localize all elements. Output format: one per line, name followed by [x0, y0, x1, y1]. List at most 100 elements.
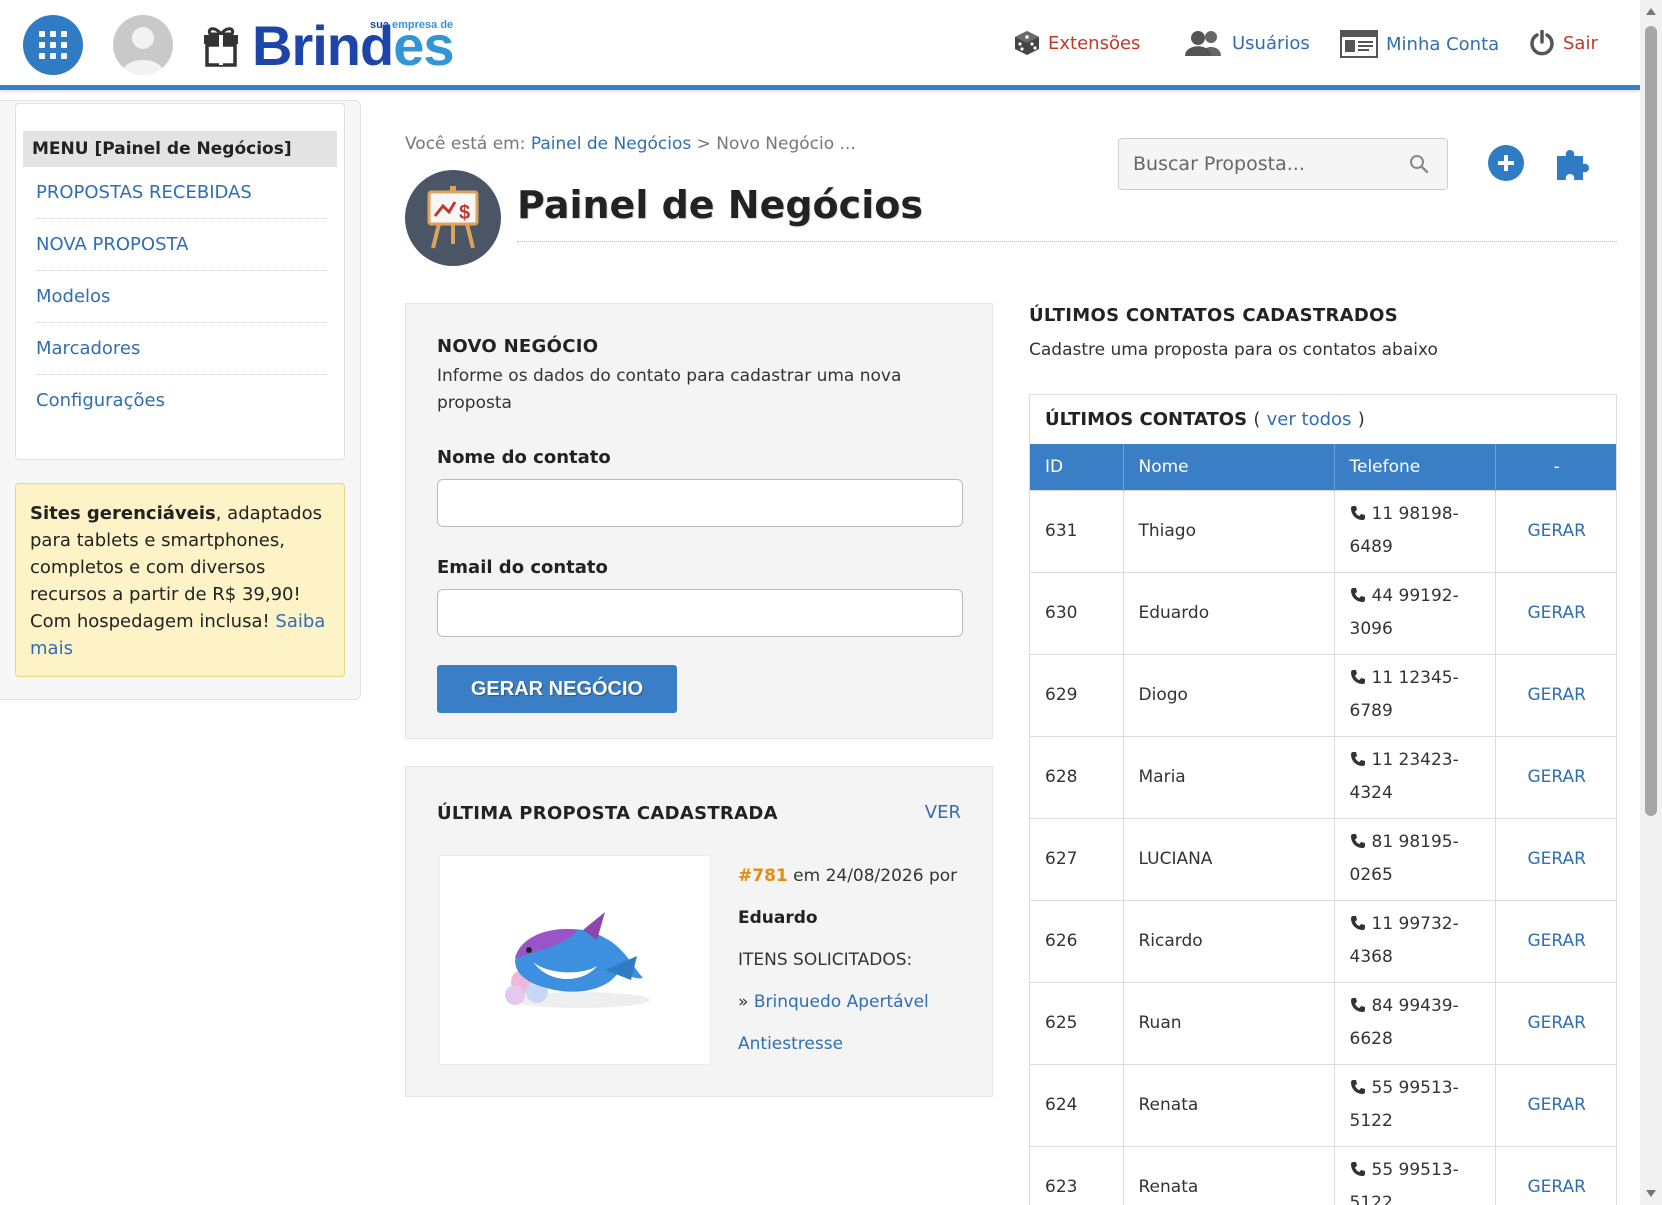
apps-grid-icon[interactable] [23, 15, 83, 75]
sidebar-item-configuracoes[interactable]: Configurações [36, 375, 328, 427]
contact-telefone: 11 99732-4368 [1349, 914, 1459, 967]
promo-bold: Sites gerenciáveis [30, 503, 216, 524]
contact-action-cell: GERAR [1495, 981, 1616, 1064]
top-header: sua empresa de Brindes Extensões Usuário… [0, 0, 1640, 90]
puzzle-icon[interactable] [1553, 144, 1593, 184]
proposta-author: Eduardo [738, 908, 818, 928]
breadcrumb: Você está em: Painel de Negócios > Novo … [405, 134, 856, 154]
contact-telefone: 84 99439-6628 [1349, 996, 1459, 1049]
nav-sair-label: Sair [1563, 32, 1598, 54]
gerar-negocio-button[interactable]: GERAR NEGÓCIO [437, 665, 677, 713]
gerar-link[interactable]: GERAR [1528, 767, 1586, 787]
nav-usuarios[interactable]: Usuários [1184, 30, 1310, 56]
ver-proposta-link[interactable]: VER [925, 802, 961, 823]
contatos-box-title: ÚLTIMOS CONTATOS ( ver todos ) [1030, 395, 1616, 444]
gift-icon [204, 27, 238, 67]
contact-id: 627 [1030, 817, 1124, 900]
column-header-telefone: Telefone [1334, 444, 1496, 490]
ver-todos-link[interactable]: ver todos [1267, 409, 1352, 430]
table-row: 623 Renata 55 99513-5122 GERAR [1030, 1145, 1616, 1205]
email-contato-field[interactable] [437, 589, 963, 637]
gerar-link[interactable]: GERAR [1528, 1177, 1586, 1197]
table-row: 627 LUCIANA 81 98195-0265 GERAR [1030, 817, 1616, 900]
search-input[interactable] [1119, 153, 1399, 175]
item-link[interactable]: Brinquedo Apertável Antiestresse [738, 992, 929, 1054]
contact-nome: Eduardo [1123, 571, 1335, 654]
contact-telefone-cell: 55 99513-5122 [1334, 1145, 1496, 1205]
table-header-row: ID Nome Telefone - [1030, 444, 1616, 490]
table-row: 625 Ruan 84 99439-6628 GERAR [1030, 981, 1616, 1064]
contact-nome: LUCIANA [1123, 817, 1335, 900]
contact-nome: Renata [1123, 1145, 1335, 1205]
gerar-link[interactable]: GERAR [1528, 931, 1586, 951]
contact-telefone-cell: 11 98198-6489 [1334, 489, 1496, 572]
contact-nome: Maria [1123, 735, 1335, 818]
contact-id: 628 [1030, 735, 1124, 818]
breadcrumb-prefix: Você está em: [405, 134, 526, 154]
breadcrumb-link-painel[interactable]: Painel de Negócios [531, 134, 691, 154]
gerar-link[interactable]: GERAR [1528, 521, 1586, 541]
sidebar-item-propostas-recebidas[interactable]: PROPOSTAS RECEBIDAS [36, 167, 328, 219]
column-header-id: ID [1030, 444, 1124, 490]
ultima-proposta-panel: ÚLTIMA PROPOSTA CADASTRADA VER #781 em 2… [405, 766, 993, 1097]
contact-telefone-cell: 11 12345-6789 [1334, 653, 1496, 736]
contact-telefone: 11 23423-4324 [1349, 750, 1459, 803]
gerar-link[interactable]: GERAR [1528, 685, 1586, 705]
scroll-up-arrow-icon[interactable] [1646, 8, 1656, 15]
nav-extensoes[interactable]: Extensões [1014, 30, 1140, 56]
contact-nome: Thiago [1123, 489, 1335, 572]
nav-sair[interactable]: Sair [1529, 30, 1598, 56]
title-divider [517, 241, 1617, 242]
search-icon[interactable] [1409, 154, 1429, 174]
nome-contato-field[interactable] [437, 479, 963, 527]
gerar-link[interactable]: GERAR [1528, 1013, 1586, 1033]
contact-action-cell: GERAR [1495, 489, 1616, 572]
nav-minha-conta[interactable]: Minha Conta [1340, 30, 1499, 58]
gerar-link[interactable]: GERAR [1528, 849, 1586, 869]
brindes-logo[interactable]: sua empresa de Brindes [200, 14, 480, 77]
svg-text:$: $ [459, 202, 470, 224]
contact-id: 624 [1030, 1063, 1124, 1146]
sidebar-item-nova-proposta[interactable]: NOVA PROPOSTA [36, 219, 328, 271]
product-image[interactable] [439, 855, 711, 1065]
dolphin-toy-icon [505, 912, 650, 1008]
contact-id: 623 [1030, 1145, 1124, 1205]
promo-box: Sites gerenciáveis, adaptados para table… [15, 483, 345, 677]
sidebar-item-modelos[interactable]: Modelos [36, 271, 328, 323]
proposta-number-link[interactable]: #781 [738, 866, 788, 886]
sidebar-menu: MENU [Painel de Negócios] PROPOSTAS RECE… [15, 103, 345, 460]
table-row: 629 Diogo 11 12345-6789 GERAR [1030, 653, 1616, 736]
gerar-link[interactable]: GERAR [1528, 1095, 1586, 1115]
phone-icon [1350, 1162, 1365, 1177]
novo-negocio-panel: NOVO NEGÓCIO Informe os dados do contato… [405, 303, 993, 739]
user-avatar-icon[interactable] [113, 15, 173, 75]
phone-icon [1350, 506, 1365, 520]
scroll-down-arrow-icon[interactable] [1646, 1190, 1656, 1197]
gerar-link[interactable]: GERAR [1528, 603, 1586, 623]
logo-wordmark: Brindes [252, 14, 455, 77]
contact-id: 630 [1030, 571, 1124, 654]
plus-circle-icon[interactable] [1488, 145, 1524, 181]
page-title: Painel de Negócios [517, 183, 923, 227]
column-header-nome: Nome [1123, 444, 1335, 490]
contact-id: 631 [1030, 489, 1124, 572]
page-scrollbar[interactable] [1640, 0, 1662, 1205]
contact-action-cell: GERAR [1495, 1145, 1616, 1205]
contatos-subheading: Cadastre uma proposta para os contatos a… [1029, 340, 1438, 360]
table-row: 630 Eduardo 44 99192-3096 GERAR [1030, 571, 1616, 654]
phone-icon [1350, 916, 1365, 930]
sidebar-item-marcadores[interactable]: Marcadores [36, 323, 328, 375]
nav-usuarios-label: Usuários [1232, 32, 1310, 54]
scrollbar-thumb[interactable] [1645, 26, 1657, 816]
contact-action-cell: GERAR [1495, 817, 1616, 900]
contact-action-cell: GERAR [1495, 735, 1616, 818]
contact-nome: Ricardo [1123, 899, 1335, 982]
contact-telefone: 55 99513-5122 [1349, 1078, 1459, 1131]
contact-telefone: 81 98195-0265 [1349, 832, 1459, 885]
table-row: 624 Renata 55 99513-5122 GERAR [1030, 1063, 1616, 1146]
itens-solicitados-label: ITENS SOLICITADOS: [738, 950, 913, 970]
contact-telefone-cell: 81 98195-0265 [1334, 817, 1496, 900]
contatos-heading: ÚLTIMOS CONTATOS CADASTRADOS [1029, 305, 1398, 326]
phone-icon [1350, 998, 1365, 1012]
email-contato-label: Email do contato [437, 557, 608, 578]
